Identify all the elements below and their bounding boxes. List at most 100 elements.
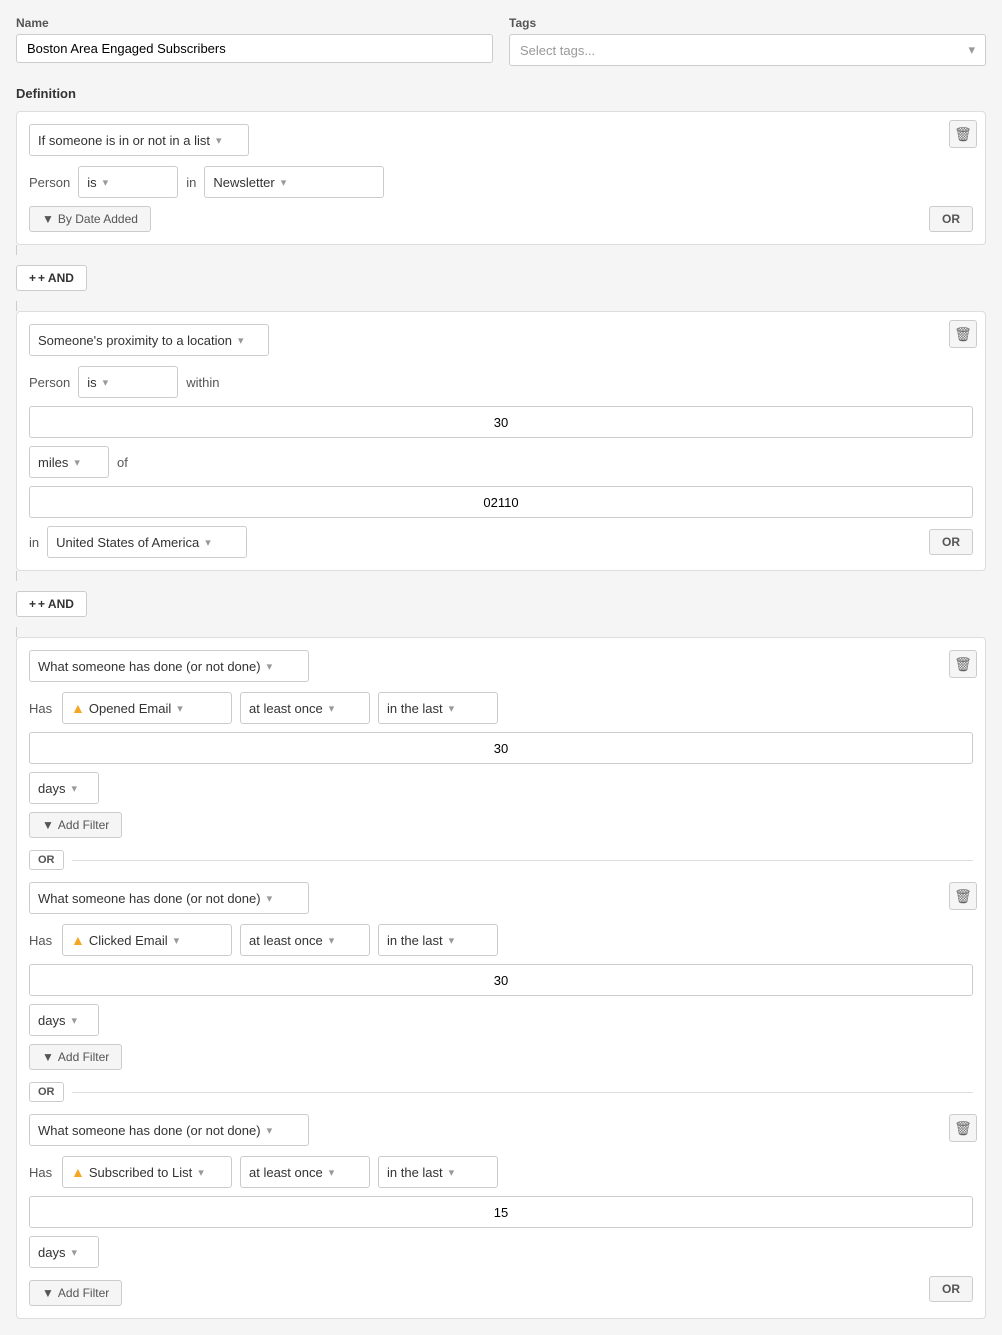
condition-type-select-3[interactable]: What someone has done (or not done) ▾ [29,650,309,682]
condition-block-1: If someone is in or not in a list ▾ Pers… [16,111,986,245]
is-select-2[interactable]: is ▾ [78,366,178,398]
distance-input[interactable] [29,406,973,438]
days-input-3[interactable] [29,732,973,764]
freq-select-4[interactable]: at least once ▾ [240,924,370,956]
and-button-2[interactable]: + + AND [16,591,87,617]
time-select-4[interactable]: in the last ▾ [378,924,498,956]
is-label-2: is [87,375,96,390]
action-select-5[interactable]: ▲ Subscribed to List ▾ [62,1156,232,1188]
and-button-1[interactable]: + + AND [16,265,87,291]
condition-type-arrow-1: ▾ [216,134,222,147]
is-arrow-1: ▾ [103,176,109,189]
freq-arrow-4: ▾ [329,934,335,947]
time-arrow-4: ▾ [449,934,455,947]
delete-button-1[interactable]: 🗑 [949,120,977,148]
add-filter-label-3: Add Filter [58,818,109,832]
condition-type-label-2: Someone's proximity to a location [38,333,232,348]
condition-type-row-1: If someone is in or not in a list ▾ [29,124,973,156]
condition-row-1: Person is ▾ in Newsletter ▾ [29,166,973,198]
or-button-1[interactable]: OR [929,206,973,232]
filter-icon-4: ▼ [42,1050,54,1064]
zip-input[interactable] [29,486,973,518]
has-label-5: Has [29,1165,54,1180]
unit-select-4[interactable]: days ▾ [29,1004,99,1036]
add-filter-button-5[interactable]: ▼ Add Filter [29,1280,122,1306]
add-filter-label-5: Add Filter [58,1286,109,1300]
or-line-2 [72,1092,974,1093]
unit-label-4: days [38,1013,65,1028]
delete-button-5[interactable]: 🗑 [949,1114,977,1142]
delete-button-2[interactable]: 🗑 [949,320,977,348]
tags-label: Tags [509,16,986,30]
condition-type-label-4: What someone has done (or not done) [38,891,261,906]
tags-arrow-icon: ▾ [968,42,975,58]
freq-select-5[interactable]: at least once ▾ [240,1156,370,1188]
time-label-3: in the last [387,701,443,716]
filter-icon-5: ▼ [42,1286,54,1300]
unit-select-3[interactable]: days ▾ [29,772,99,804]
delete-button-3[interactable]: 🗑 [949,650,977,678]
tags-select[interactable]: Select tags... ▾ [509,34,986,66]
action-arrow-4: ▾ [174,934,180,947]
add-filter-button-4[interactable]: ▼ Add Filter [29,1044,122,1070]
and-label-1: + AND [38,271,74,285]
condition-type-arrow-4: ▾ [267,892,273,905]
condition-row-5: Has ▲ Subscribed to List ▾ at least once… [29,1156,973,1268]
by-date-label: By Date Added [58,212,138,226]
units-select[interactable]: miles ▾ [29,446,109,478]
or-button-2[interactable]: OR [929,529,973,555]
list-value-1: Newsletter [213,175,274,190]
action-arrow-5: ▾ [198,1166,204,1179]
country-select[interactable]: United States of America ▾ [47,526,247,558]
by-date-button[interactable]: ▼ By Date Added [29,206,151,232]
freq-label-4: at least once [249,933,323,948]
or-divider-2: OR [17,1082,985,1102]
or-button-5[interactable]: OR [929,1276,973,1302]
and-label-2: + AND [38,597,74,611]
condition-type-select-1[interactable]: If someone is in or not in a list ▾ [29,124,249,156]
in-label-1: in [186,175,196,190]
add-filter-label-4: Add Filter [58,1050,109,1064]
action-icon-4: ▲ [71,932,85,948]
condition-type-select-5[interactable]: What someone has done (or not done) ▾ [29,1114,309,1146]
unit-select-5[interactable]: days ▾ [29,1236,99,1268]
list-arrow-1: ▾ [281,176,287,189]
add-filter-button-3[interactable]: ▼ Add Filter [29,812,122,838]
action-select-3[interactable]: ▲ Opened Email ▾ [62,692,232,724]
units-label: miles [38,455,68,470]
unit-arrow-5: ▾ [71,1246,77,1259]
country-label: United States of America [56,535,199,550]
person-label-2: Person [29,375,70,390]
time-select-5[interactable]: in the last ▾ [378,1156,498,1188]
sub-condition-opened: What someone has done (or not done) ▾ Ha… [17,638,985,850]
delete-button-4[interactable]: 🗑 [949,882,977,910]
condition-type-select-2[interactable]: Someone's proximity to a location ▾ [29,324,269,356]
unit-arrow-4: ▾ [71,1014,77,1027]
days-input-4[interactable] [29,964,973,996]
freq-select-3[interactable]: at least once ▾ [240,692,370,724]
action-select-4[interactable]: ▲ Clicked Email ▾ [62,924,232,956]
list-select-1[interactable]: Newsletter ▾ [204,166,384,198]
action-icon-3: ▲ [71,700,85,716]
plus-icon-1: + [29,271,36,285]
name-label: Name [16,16,493,30]
time-arrow-3: ▾ [449,702,455,715]
time-arrow-5: ▾ [449,1166,455,1179]
has-label-4: Has [29,933,54,948]
time-label-5: in the last [387,1165,443,1180]
or-divider-1: OR [17,850,985,870]
condition-type-label-5: What someone has done (or not done) [38,1123,261,1138]
person-label-1: Person [29,175,70,190]
name-input[interactable] [16,34,493,63]
time-select-3[interactable]: in the last ▾ [378,692,498,724]
unit-label-5: days [38,1245,65,1260]
days-input-5[interactable] [29,1196,973,1228]
action-label-4: Clicked Email [89,933,168,948]
action-label-5: Subscribed to List [89,1165,192,1180]
tags-placeholder: Select tags... [520,43,595,58]
or-line-1 [72,860,974,861]
filter-icon-3: ▼ [42,818,54,832]
condition-type-select-4[interactable]: What someone has done (or not done) ▾ [29,882,309,914]
is-select-1[interactable]: is ▾ [78,166,178,198]
unit-label-3: days [38,781,65,796]
